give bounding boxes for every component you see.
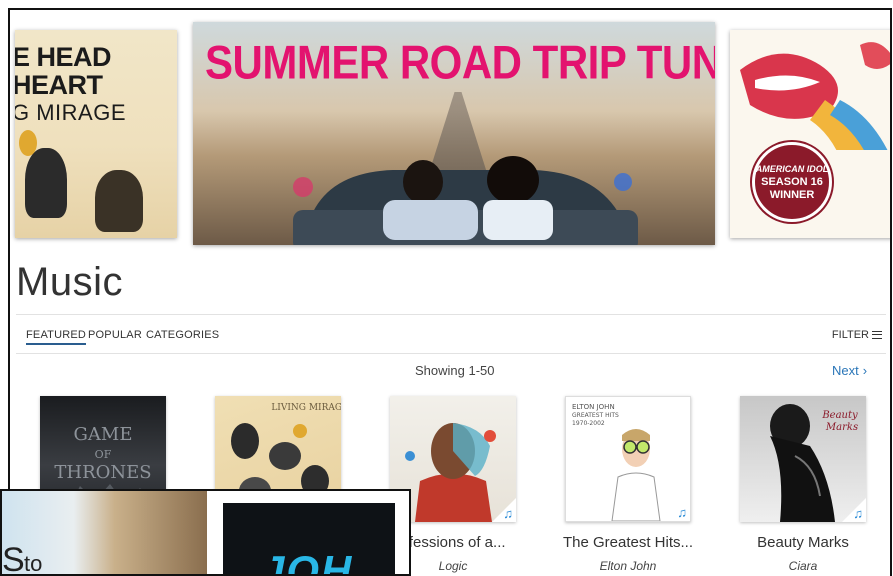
banner-left-line-3: G MIRAGE [15,100,127,125]
results-count: Showing 1-50 [415,363,495,378]
album-cover-beauty-marks[interactable]: Beauty Marks ♫ [740,396,866,522]
banner-living-mirage[interactable]: E HEAD HEART G MIRAGE [15,30,177,238]
badge-line-3: WINNER [769,188,815,201]
winner-badge: AMERICAN IDOL SEASON 16 WINNER [752,142,832,222]
svg-text:ELTON JOHN: ELTON JOHN [572,403,615,411]
band-member-figure [19,130,37,156]
banner-left-line-2: HEART [15,70,103,100]
album-title[interactable]: Beauty Marks [713,534,890,551]
chevron-right-icon: › [862,363,868,378]
svg-text:LIVING MIRAGE: LIVING MIRAGE [271,403,341,413]
badge-line-2: SEASON 16 [761,175,823,188]
banner-american-idol[interactable]: AMERICAN IDOL SEASON 16 WINNER [730,30,890,238]
tab-categories[interactable]: CATEGORIES [146,329,219,341]
banner-left-line-1: E HEAD [15,42,112,72]
album-artist[interactable]: Elton John [538,559,718,573]
svg-text:GAME: GAME [74,424,133,445]
banner-title: SUMMER ROAD TRIP TUNES [205,36,715,89]
svg-text:GREATEST HITS: GREATEST HITS [572,412,619,419]
convertible-car-graphic [293,156,638,245]
album-cover-greatest-hits[interactable]: ELTON JOHN GREATEST HITS 1970-2002 ♫ [565,396,691,522]
lips-graphic [740,42,890,150]
filter-button[interactable]: FILTER [832,329,882,341]
overlay-right-image[interactable]: JOH [223,503,395,576]
album-title[interactable]: The Greatest Hits... [538,534,718,551]
svg-text:OF: OF [95,448,112,461]
svg-text:Beauty: Beauty [821,410,858,421]
overlay-left-image[interactable]: S to [2,491,207,576]
tab-popular[interactable]: POPULAR [88,329,142,341]
banner-summer-road-trip[interactable]: SUMMER ROAD TRIP TUNES [193,22,715,245]
next-label: Next [832,363,859,378]
badge-line-1: AMERICAN IDOL [755,163,829,174]
overlay-left-small-text: to [24,551,43,576]
overlay-thumbnail-panel: S to JOH [0,489,411,576]
page-title: Music [16,260,123,304]
category-tabs: FEATURED POPULAR CATEGORIES FILTER [16,314,886,354]
next-page-link[interactable]: Next › [832,363,867,378]
svg-text:1970-2002: 1970-2002 [572,420,605,427]
svg-text:THRONES: THRONES [54,462,151,483]
featured-carousel: E HEAD HEART G MIRAGE SUMMER ROAD TRIP T… [10,10,890,260]
overlay-left-big-text: S [2,541,25,576]
album-artist[interactable]: Ciara [713,559,890,573]
band-member-figure [95,170,143,232]
overlay-right-text: JOH [261,547,354,576]
album-art: ELTON JOHN GREATEST HITS 1970-2002 [572,403,661,521]
svg-text:Marks: Marks [825,422,858,433]
filter-label: FILTER [831,329,869,341]
menu-icon [872,331,882,339]
album-art: Beauty Marks [770,404,858,522]
tab-featured[interactable]: FEATURED [26,329,87,345]
band-member-figure [25,148,67,218]
